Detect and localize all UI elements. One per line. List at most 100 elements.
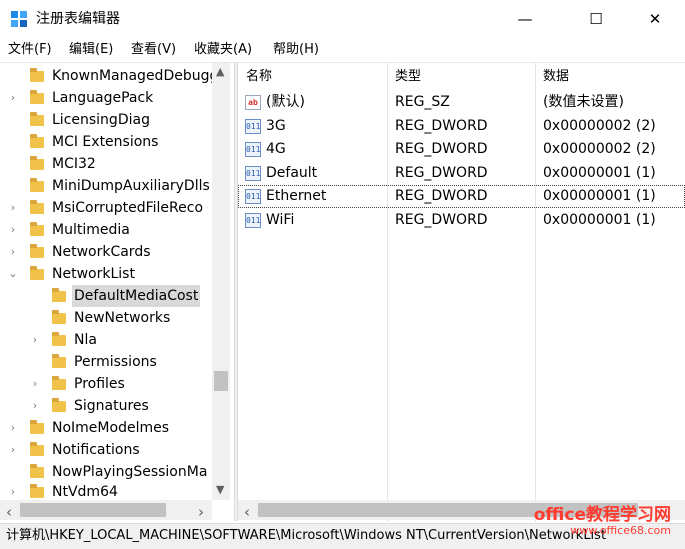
column-header-data[interactable]: 数据 bbox=[543, 67, 569, 87]
table-row-focused[interactable]: 011 Ethernet REG_DWORD 0x00000001 (1) bbox=[238, 185, 685, 208]
tree-item[interactable]: MiniDumpAuxiliaryDlls bbox=[0, 175, 212, 197]
expander-icon[interactable]: ⌄ bbox=[8, 263, 18, 285]
maximize-button[interactable]: ☐ bbox=[573, 0, 619, 38]
expander-icon[interactable] bbox=[8, 131, 18, 153]
value-name: WiFi bbox=[266, 212, 295, 228]
value-type: REG_SZ bbox=[395, 94, 450, 110]
tree-item[interactable]: KnownManagedDebuggi bbox=[0, 65, 222, 87]
tree-item-label: LanguagePack bbox=[52, 90, 154, 106]
tree-item[interactable]: › Notifications bbox=[0, 439, 212, 461]
table-row[interactable]: 011 4G REG_DWORD 0x00000002 (2) bbox=[238, 138, 685, 161]
expander-icon[interactable]: › bbox=[30, 395, 40, 417]
tree-item[interactable]: NowPlayingSessionMa bbox=[0, 461, 212, 483]
tree-item-label: MiniDumpAuxiliaryDlls bbox=[52, 178, 210, 194]
folder-icon bbox=[52, 376, 66, 390]
tree-item[interactable]: LicensingDiag bbox=[0, 109, 212, 131]
expander-icon[interactable] bbox=[30, 285, 40, 307]
value-name: Ethernet bbox=[266, 188, 327, 204]
value-data: 0x00000001 (1) bbox=[543, 188, 656, 204]
expander-icon[interactable] bbox=[8, 65, 18, 87]
tree-item[interactable]: › Nla bbox=[0, 329, 212, 351]
close-button[interactable]: ✕ bbox=[632, 0, 678, 38]
folder-icon bbox=[30, 200, 44, 214]
scroll-up-icon[interactable]: ▲ bbox=[216, 65, 224, 78]
column-header-type[interactable]: 类型 bbox=[395, 67, 421, 87]
folder-icon bbox=[30, 464, 44, 478]
menu-help[interactable]: 帮助(H) bbox=[273, 42, 319, 58]
menu-edit[interactable]: 编辑(E) bbox=[69, 42, 113, 58]
table-row[interactable]: 011 3G REG_DWORD 0x00000002 (2) bbox=[238, 115, 685, 138]
tree-item-networklist[interactable]: ⌄ NetworkList bbox=[0, 263, 212, 285]
expander-icon[interactable]: › bbox=[30, 373, 40, 395]
close-icon: ✕ bbox=[648, 10, 662, 28]
expander-icon[interactable] bbox=[8, 153, 18, 175]
folder-icon bbox=[30, 134, 44, 148]
tree-item-label: NetworkList bbox=[52, 266, 135, 282]
expander-icon[interactable]: › bbox=[8, 197, 18, 219]
value-type: REG_DWORD bbox=[395, 118, 488, 134]
tree-item[interactable]: › NetworkCards bbox=[0, 241, 212, 263]
tree-item[interactable]: › NoImeModelmes bbox=[0, 417, 212, 439]
tree-item-label: NewNetworks bbox=[74, 310, 171, 326]
table-row[interactable]: ab (默认) REG_SZ (数值未设置) bbox=[238, 91, 685, 114]
tree-item-selected[interactable]: DefaultMediaCost bbox=[0, 285, 212, 307]
value-type: REG_DWORD bbox=[395, 165, 488, 181]
tree-item-label: Nla bbox=[74, 332, 97, 348]
expander-icon[interactable]: › bbox=[30, 329, 40, 351]
registry-path: 计算机\HKEY_LOCAL_MACHINE\SOFTWARE\Microsof… bbox=[6, 528, 607, 543]
tree-item[interactable]: NewNetworks bbox=[0, 307, 212, 329]
tree-vertical-scroll-thumb[interactable] bbox=[214, 371, 228, 391]
value-name: 4G bbox=[266, 141, 286, 157]
title-bar[interactable]: 注册表编辑器 — ☐ ✕ bbox=[0, 0, 685, 38]
scroll-down-icon[interactable]: ▼ bbox=[216, 483, 224, 496]
expander-icon[interactable] bbox=[8, 109, 18, 131]
table-row[interactable]: 011 Default REG_DWORD 0x00000001 (1) bbox=[238, 162, 685, 185]
menu-file[interactable]: 文件(F) bbox=[8, 42, 52, 58]
value-type: REG_DWORD bbox=[395, 188, 488, 204]
tree-item[interactable]: › LanguagePack bbox=[0, 87, 212, 109]
tree-item[interactable]: › Profiles bbox=[0, 373, 212, 395]
scroll-right-icon[interactable]: › bbox=[198, 503, 204, 521]
menu-favorites[interactable]: 收藏夹(A) bbox=[194, 42, 252, 58]
column-header-name[interactable]: 名称 bbox=[246, 67, 272, 87]
expander-icon[interactable]: › bbox=[8, 417, 18, 439]
folder-icon bbox=[52, 332, 66, 346]
watermark-url: www.office68.com bbox=[570, 524, 671, 537]
menu-view[interactable]: 查看(V) bbox=[131, 42, 176, 58]
tree-item[interactable]: Permissions bbox=[0, 351, 212, 373]
tree-item-label: NetworkCards bbox=[52, 244, 151, 260]
tree-item[interactable]: › Signatures bbox=[0, 395, 212, 417]
tree-item[interactable]: › Multimedia bbox=[0, 219, 212, 241]
value-data: 0x00000002 (2) bbox=[543, 118, 656, 134]
expander-icon[interactable] bbox=[8, 461, 18, 483]
minimize-button[interactable]: — bbox=[502, 0, 548, 38]
key-tree[interactable]: KnownManagedDebuggi › LanguagePack Licens… bbox=[0, 62, 234, 522]
tree-item[interactable]: MCI32 bbox=[0, 153, 212, 175]
table-row[interactable]: 011 WiFi REG_DWORD 0x00000001 (1) bbox=[238, 209, 685, 232]
registry-editor-icon bbox=[11, 11, 27, 27]
expander-icon[interactable]: › bbox=[8, 241, 18, 263]
maximize-icon: ☐ bbox=[589, 10, 603, 28]
binary-value-icon: 011 bbox=[245, 142, 261, 157]
folder-icon bbox=[30, 442, 44, 456]
expander-icon[interactable] bbox=[8, 175, 18, 197]
expander-icon[interactable]: › bbox=[8, 87, 18, 109]
tree-item-label: DefaultMediaCost bbox=[72, 285, 201, 307]
tree-item-label: MCI Extensions bbox=[52, 134, 159, 150]
tree-item-label: Notifications bbox=[52, 442, 140, 458]
folder-icon bbox=[30, 244, 44, 258]
value-list[interactable]: 名称 类型 数据 ab (默认) REG_SZ (数值未设置) 011 3G R… bbox=[238, 62, 685, 522]
tree-vertical-scrollbar[interactable] bbox=[212, 63, 230, 500]
scroll-left-icon[interactable]: ‹ bbox=[6, 503, 12, 521]
tree-item[interactable]: › MsiCorruptedFileReco bbox=[0, 197, 212, 219]
folder-icon bbox=[30, 420, 44, 434]
tree-horizontal-scroll-thumb[interactable] bbox=[20, 503, 166, 517]
tree-item[interactable]: MCI Extensions bbox=[0, 131, 212, 153]
expander-icon[interactable]: › bbox=[8, 219, 18, 241]
binary-value-icon: 011 bbox=[245, 166, 261, 181]
expander-icon[interactable]: › bbox=[8, 439, 18, 461]
expander-icon[interactable] bbox=[30, 351, 40, 373]
expander-icon[interactable] bbox=[30, 307, 40, 329]
value-name: 3G bbox=[266, 118, 286, 134]
scroll-left-icon[interactable]: ‹ bbox=[244, 503, 250, 521]
